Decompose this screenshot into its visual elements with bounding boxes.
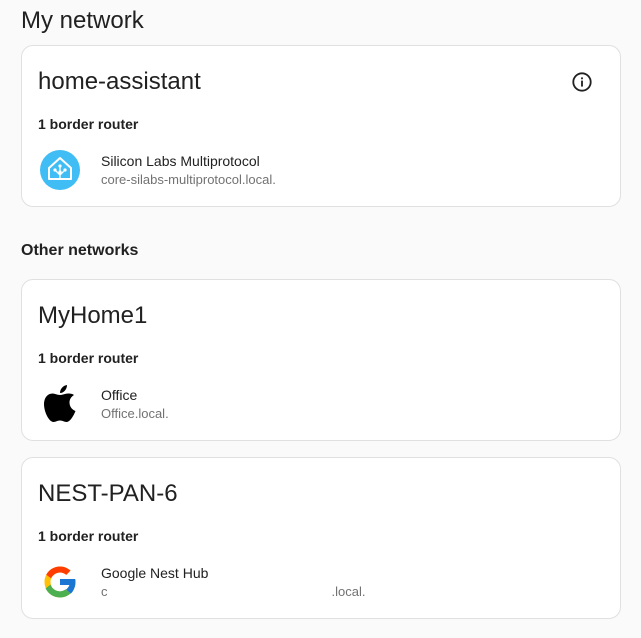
border-router-count: 1 border router	[38, 528, 139, 544]
router-name: Silicon Labs Multiprotocol	[101, 153, 260, 169]
border-router-item[interactable]: Google Nest Hub c .local.	[38, 560, 604, 604]
router-name: Google Nest Hub	[101, 565, 209, 581]
border-router-item[interactable]: Office Office.local.	[38, 382, 604, 426]
router-hostname-prefix: c	[101, 584, 108, 599]
thread-networks-page: My network home-assistant 1 border route…	[0, 0, 641, 638]
router-name: Office	[101, 387, 138, 403]
router-hostname: core-silabs-multiprotocol.local.	[101, 172, 276, 187]
network-name: home-assistant	[38, 68, 201, 95]
network-card-nest-pan-6: NEST-PAN-6 1 border router Google Nest H…	[21, 457, 621, 619]
router-hostname-suffix: .local.	[331, 584, 366, 599]
border-router-count: 1 border router	[38, 116, 139, 132]
network-name: MyHome1	[38, 302, 148, 329]
google-icon	[38, 560, 82, 604]
network-card-home-assistant: home-assistant 1 border router Silicon L…	[21, 45, 621, 207]
my-network-heading: My network	[21, 7, 144, 34]
router-hostname: c .local.	[101, 583, 365, 601]
info-icon	[572, 72, 592, 92]
network-card-myhome1: MyHome1 1 border router Office Office.lo…	[21, 279, 621, 441]
border-router-count: 1 border router	[38, 350, 139, 366]
border-router-item[interactable]: Silicon Labs Multiprotocol core-silabs-m…	[38, 148, 604, 192]
info-button[interactable]	[570, 70, 594, 94]
home-assistant-icon	[38, 148, 82, 192]
network-name: NEST-PAN-6	[38, 480, 178, 507]
router-hostname: Office.local.	[101, 406, 169, 421]
apple-icon	[38, 382, 82, 426]
other-networks-heading: Other networks	[21, 242, 139, 259]
